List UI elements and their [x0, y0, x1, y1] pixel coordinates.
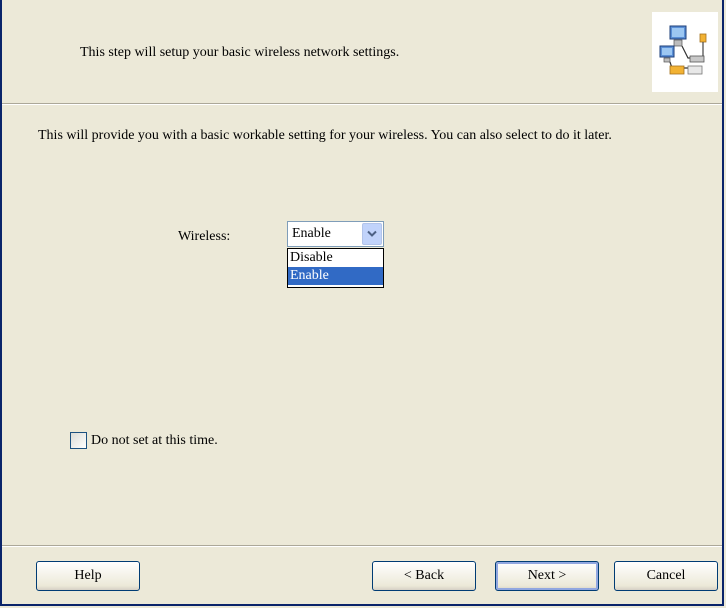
back-button[interactable]: < Back	[372, 561, 476, 591]
description-text: This will provide you with a basic worka…	[38, 128, 612, 143]
wireless-label: Wireless:	[178, 229, 231, 244]
wireless-select-value: Enable	[292, 226, 331, 241]
next-button[interactable]: Next >	[495, 561, 599, 591]
wizard-header: This step will setup your basic wireless…	[2, 0, 722, 105]
header-text: This step will setup your basic wireless…	[80, 45, 400, 60]
network-computers-icon	[652, 12, 718, 92]
skip-setting-label[interactable]: Do not set at this time.	[91, 433, 218, 449]
wireless-dropdown-list: Disable Enable	[287, 248, 384, 288]
wireless-option-enable[interactable]: Enable	[288, 267, 383, 285]
skip-setting-row: Do not set at this time.	[70, 432, 218, 449]
chevron-down-icon[interactable]	[362, 223, 382, 245]
cancel-button[interactable]: Cancel	[614, 561, 718, 591]
footer-divider	[2, 545, 722, 547]
help-button[interactable]: Help	[36, 561, 140, 591]
wireless-option-disable[interactable]: Disable	[288, 249, 383, 267]
wireless-select[interactable]: Enable	[287, 221, 384, 247]
wizard-dialog: This step will setup your basic wireless…	[0, 0, 724, 606]
skip-setting-checkbox[interactable]	[70, 432, 87, 449]
